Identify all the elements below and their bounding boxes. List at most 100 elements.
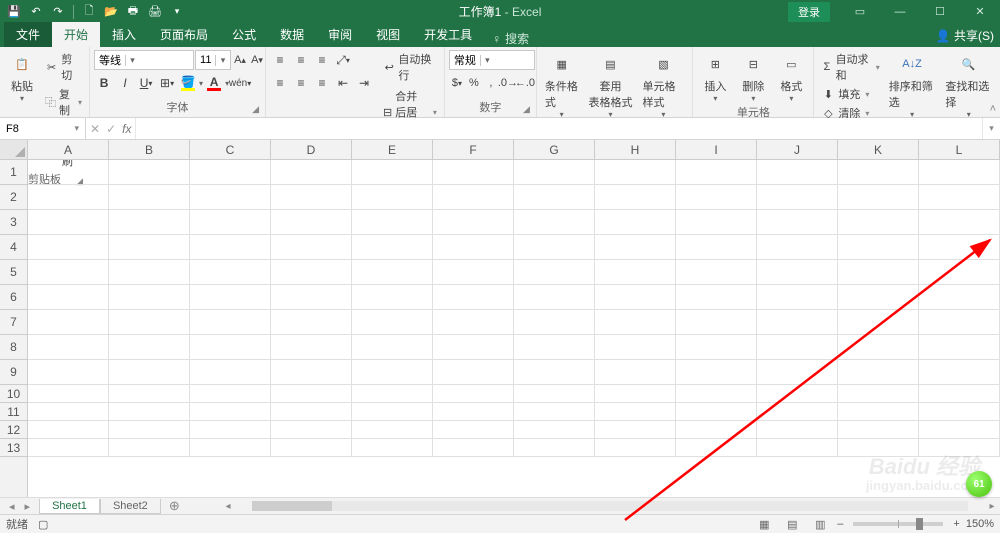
format-cells-button[interactable]: ▭格式▾ — [773, 50, 809, 103]
row-header[interactable]: 1 — [0, 160, 27, 185]
conditional-format-button[interactable]: ▦条件格式▾ — [541, 50, 583, 119]
italic-button[interactable]: I — [115, 73, 135, 93]
cell[interactable] — [514, 421, 595, 439]
macro-record-icon[interactable]: ▢ — [38, 518, 48, 531]
row-header[interactable]: 7 — [0, 310, 27, 335]
horizontal-scrollbar[interactable]: ◂ ▸ — [220, 497, 1000, 514]
cells-area[interactable] — [28, 160, 1000, 497]
column-header[interactable]: J — [757, 140, 838, 159]
cell[interactable] — [433, 260, 514, 285]
cell[interactable] — [757, 360, 838, 385]
column-header[interactable]: C — [190, 140, 271, 159]
fill-color-button[interactable]: 🪣 — [178, 73, 198, 93]
cell[interactable] — [919, 160, 1000, 185]
floating-badge[interactable]: 61 — [966, 471, 992, 497]
accounting-button[interactable]: $▾ — [449, 73, 465, 93]
column-header[interactable]: K — [838, 140, 919, 159]
cell[interactable] — [514, 360, 595, 385]
cell[interactable] — [109, 335, 190, 360]
cell[interactable] — [433, 360, 514, 385]
cell[interactable] — [919, 421, 1000, 439]
cut-button[interactable]: ✂剪切 — [42, 50, 85, 84]
cell[interactable] — [271, 235, 352, 260]
cell[interactable] — [595, 160, 676, 185]
cell[interactable] — [271, 210, 352, 235]
cancel-formula-button[interactable]: ✕ — [90, 122, 100, 136]
column-header[interactable]: H — [595, 140, 676, 159]
align-top-button[interactable]: ≡ — [270, 50, 290, 70]
cell[interactable] — [109, 439, 190, 457]
cell[interactable] — [757, 285, 838, 310]
tell-me-search[interactable]: ♀ 搜索 — [484, 30, 537, 47]
cell[interactable] — [271, 421, 352, 439]
minimize-button[interactable]: — — [880, 0, 920, 23]
cell[interactable] — [433, 385, 514, 403]
increase-decimal-button[interactable]: .0→ — [500, 73, 516, 93]
cell[interactable] — [352, 439, 433, 457]
cell[interactable] — [757, 235, 838, 260]
percent-button[interactable]: % — [466, 73, 482, 93]
cell[interactable] — [595, 235, 676, 260]
row-header[interactable]: 10 — [0, 385, 27, 403]
cell[interactable] — [28, 439, 109, 457]
cell[interactable] — [676, 160, 757, 185]
cell[interactable] — [28, 421, 109, 439]
cell[interactable] — [109, 210, 190, 235]
cell[interactable] — [352, 160, 433, 185]
align-middle-button[interactable]: ≡ — [291, 50, 311, 70]
cell[interactable] — [28, 185, 109, 210]
cell[interactable] — [676, 210, 757, 235]
cell[interactable] — [352, 335, 433, 360]
cell[interactable] — [271, 285, 352, 310]
cell[interactable] — [109, 235, 190, 260]
align-right-button[interactable]: ≡ — [312, 73, 332, 93]
cell[interactable] — [433, 421, 514, 439]
cell[interactable] — [28, 210, 109, 235]
row-header[interactable]: 3 — [0, 210, 27, 235]
paste-button[interactable]: 📋 粘贴 ▾ — [4, 50, 40, 103]
cell[interactable] — [28, 235, 109, 260]
fill-button[interactable]: ⬇填充▾ — [818, 85, 882, 103]
close-button[interactable]: ✕ — [960, 0, 1000, 23]
cell[interactable] — [190, 385, 271, 403]
cell[interactable] — [190, 260, 271, 285]
font-color-button[interactable]: A — [204, 73, 224, 93]
cell[interactable] — [109, 403, 190, 421]
enter-formula-button[interactable]: ✓ — [106, 122, 116, 136]
cell[interactable] — [514, 235, 595, 260]
cell[interactable] — [190, 335, 271, 360]
align-center-button[interactable]: ≡ — [291, 73, 311, 93]
column-header[interactable]: L — [919, 140, 1000, 159]
cell[interactable] — [838, 360, 919, 385]
share-button[interactable]: 👤 共享(S) — [936, 27, 994, 44]
maximize-button[interactable]: ☐ — [920, 0, 960, 23]
cell[interactable] — [838, 439, 919, 457]
number-format-combo[interactable]: 常规▾ — [449, 50, 535, 70]
cell[interactable] — [676, 421, 757, 439]
cell[interactable] — [109, 421, 190, 439]
quickprint-icon[interactable]: 🖨 — [145, 2, 165, 22]
cell[interactable] — [109, 285, 190, 310]
cell[interactable] — [514, 185, 595, 210]
cell[interactable] — [595, 210, 676, 235]
row-header[interactable]: 6 — [0, 285, 27, 310]
cell[interactable] — [838, 421, 919, 439]
cell[interactable] — [28, 160, 109, 185]
name-box[interactable]: F8 ▾ — [0, 118, 86, 139]
row-header[interactable]: 11 — [0, 403, 27, 421]
cell[interactable] — [433, 210, 514, 235]
cell[interactable] — [676, 335, 757, 360]
cell[interactable] — [109, 160, 190, 185]
tab-review[interactable]: 审阅 — [316, 22, 364, 47]
row-header[interactable]: 12 — [0, 421, 27, 439]
customize-qat-icon[interactable]: ▾ — [167, 2, 187, 22]
cell[interactable] — [433, 285, 514, 310]
cell[interactable] — [514, 310, 595, 335]
column-header[interactable]: D — [271, 140, 352, 159]
cell[interactable] — [838, 210, 919, 235]
cell[interactable] — [676, 185, 757, 210]
comma-button[interactable]: , — [483, 73, 499, 93]
align-bottom-button[interactable]: ≡ — [312, 50, 332, 70]
page-break-view-button[interactable]: ▥ — [809, 516, 831, 532]
print-icon[interactable]: 🖶 — [123, 2, 143, 22]
